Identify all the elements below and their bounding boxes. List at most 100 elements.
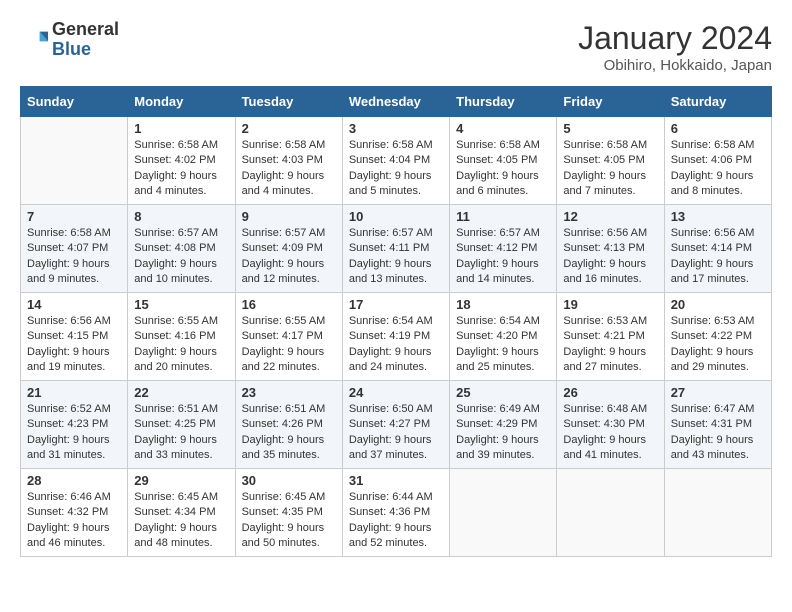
cal-cell: 19 Sunrise: 6:53 AM Sunset: 4:21 PM Dayli… bbox=[557, 293, 664, 381]
cell-info: Sunrise: 6:58 AM Sunset: 4:05 PM Dayligh… bbox=[563, 138, 657, 200]
cal-cell: 7 Sunrise: 6:58 AM Sunset: 4:07 PM Daylig… bbox=[21, 205, 128, 293]
day-number: 7 bbox=[27, 209, 121, 224]
weekday-header-thursday: Thursday bbox=[450, 87, 557, 117]
cell-info: Sunrise: 6:56 AM Sunset: 4:14 PM Dayligh… bbox=[671, 226, 765, 288]
day-number: 5 bbox=[563, 121, 657, 136]
cal-cell: 24 Sunrise: 6:50 AM Sunset: 4:27 PM Dayli… bbox=[342, 381, 449, 469]
day-number: 14 bbox=[27, 297, 121, 312]
cal-cell: 27Sunrise: 6:47 AM Sunset: 4:31 PM Dayli… bbox=[664, 381, 771, 469]
cal-cell: 26 Sunrise: 6:48 AM Sunset: 4:30 PM Dayli… bbox=[557, 381, 664, 469]
cal-cell: 31 Sunrise: 6:44 AM Sunset: 4:36 PM Dayli… bbox=[342, 469, 449, 557]
cell-info: Sunrise: 6:58 AM Sunset: 4:05 PM Dayligh… bbox=[456, 138, 550, 200]
cal-cell: 3 Sunrise: 6:58 AM Sunset: 4:04 PM Daylig… bbox=[342, 117, 449, 205]
cell-info: Sunrise: 6:58 AM Sunset: 4:07 PM Dayligh… bbox=[27, 226, 121, 288]
day-number: 23 bbox=[242, 385, 336, 400]
cell-info: Sunrise: 6:57 AM Sunset: 4:08 PM Dayligh… bbox=[134, 226, 228, 288]
day-number: 16 bbox=[242, 297, 336, 312]
weekday-header-wednesday: Wednesday bbox=[342, 87, 449, 117]
cell-info: Sunrise: 6:58 AM Sunset: 4:04 PM Dayligh… bbox=[349, 138, 443, 200]
cell-info: Sunrise: 6:58 AM Sunset: 4:03 PM Dayligh… bbox=[242, 138, 336, 200]
page-header: General Blue January 2024 Obihiro, Hokka… bbox=[20, 20, 772, 74]
day-number: 13 bbox=[671, 209, 765, 224]
day-number: 17 bbox=[349, 297, 443, 312]
cell-info: Sunrise: 6:46 AM Sunset: 4:32 PM Dayligh… bbox=[27, 490, 121, 552]
cal-cell: 4 Sunrise: 6:58 AM Sunset: 4:05 PM Daylig… bbox=[450, 117, 557, 205]
cal-cell: 25Sunrise: 6:49 AM Sunset: 4:29 PM Dayli… bbox=[450, 381, 557, 469]
cal-cell bbox=[664, 469, 771, 557]
cal-cell: 9 Sunrise: 6:57 AM Sunset: 4:09 PM Daylig… bbox=[235, 205, 342, 293]
cal-cell: 17Sunrise: 6:54 AM Sunset: 4:19 PM Dayli… bbox=[342, 293, 449, 381]
day-number: 28 bbox=[27, 473, 121, 488]
calendar-table: SundayMondayTuesdayWednesdayThursdayFrid… bbox=[20, 86, 772, 557]
cell-info: Sunrise: 6:58 AM Sunset: 4:06 PM Dayligh… bbox=[671, 138, 765, 200]
weekday-header-saturday: Saturday bbox=[664, 87, 771, 117]
weekday-header-monday: Monday bbox=[128, 87, 235, 117]
cal-cell: 20 Sunrise: 6:53 AM Sunset: 4:22 PM Dayli… bbox=[664, 293, 771, 381]
cal-cell bbox=[21, 117, 128, 205]
cal-cell: 6 Sunrise: 6:58 AM Sunset: 4:06 PM Daylig… bbox=[664, 117, 771, 205]
day-number: 25 bbox=[456, 385, 550, 400]
cell-info: Sunrise: 6:54 AM Sunset: 4:20 PM Dayligh… bbox=[456, 314, 550, 376]
day-number: 20 bbox=[671, 297, 765, 312]
cell-info: Sunrise: 6:53 AM Sunset: 4:21 PM Dayligh… bbox=[563, 314, 657, 376]
day-number: 19 bbox=[563, 297, 657, 312]
cal-cell: 21 Sunrise: 6:52 AM Sunset: 4:23 PM Dayli… bbox=[21, 381, 128, 469]
day-number: 2 bbox=[242, 121, 336, 136]
calendar-title: January 2024 bbox=[578, 20, 772, 57]
day-number: 6 bbox=[671, 121, 765, 136]
cell-info: Sunrise: 6:47 AM Sunset: 4:31 PM Dayligh… bbox=[671, 402, 765, 464]
day-number: 12 bbox=[563, 209, 657, 224]
cal-cell: 2 Sunrise: 6:58 AM Sunset: 4:03 PM Daylig… bbox=[235, 117, 342, 205]
cal-cell: 15Sunrise: 6:55 AM Sunset: 4:16 PM Dayli… bbox=[128, 293, 235, 381]
cal-cell: 11 Sunrise: 6:57 AM Sunset: 4:12 PM Dayli… bbox=[450, 205, 557, 293]
weekday-header-sunday: Sunday bbox=[21, 87, 128, 117]
calendar-subtitle: Obihiro, Hokkaido, Japan bbox=[578, 57, 772, 74]
day-number: 22 bbox=[134, 385, 228, 400]
cell-info: Sunrise: 6:51 AM Sunset: 4:26 PM Dayligh… bbox=[242, 402, 336, 464]
cal-cell: 18 Sunrise: 6:54 AM Sunset: 4:20 PM Dayli… bbox=[450, 293, 557, 381]
cal-cell: 30Sunrise: 6:45 AM Sunset: 4:35 PM Dayli… bbox=[235, 469, 342, 557]
cal-cell: 29 Sunrise: 6:45 AM Sunset: 4:34 PM Dayli… bbox=[128, 469, 235, 557]
day-number: 26 bbox=[563, 385, 657, 400]
cal-cell: 5 Sunrise: 6:58 AM Sunset: 4:05 PM Daylig… bbox=[557, 117, 664, 205]
day-number: 15 bbox=[134, 297, 228, 312]
cell-info: Sunrise: 6:51 AM Sunset: 4:25 PM Dayligh… bbox=[134, 402, 228, 464]
cal-cell: 1 Sunrise: 6:58 AM Sunset: 4:02 PM Daylig… bbox=[128, 117, 235, 205]
day-number: 31 bbox=[349, 473, 443, 488]
day-number: 29 bbox=[134, 473, 228, 488]
logo: General Blue bbox=[20, 20, 119, 60]
cell-info: Sunrise: 6:57 AM Sunset: 4:12 PM Dayligh… bbox=[456, 226, 550, 288]
logo-text-general: General bbox=[52, 19, 119, 39]
cell-info: Sunrise: 6:55 AM Sunset: 4:17 PM Dayligh… bbox=[242, 314, 336, 376]
day-number: 8 bbox=[134, 209, 228, 224]
cell-info: Sunrise: 6:45 AM Sunset: 4:35 PM Dayligh… bbox=[242, 490, 336, 552]
cal-cell: 13 Sunrise: 6:56 AM Sunset: 4:14 PM Dayli… bbox=[664, 205, 771, 293]
cell-info: Sunrise: 6:48 AM Sunset: 4:30 PM Dayligh… bbox=[563, 402, 657, 464]
weekday-header-friday: Friday bbox=[557, 87, 664, 117]
cell-info: Sunrise: 6:56 AM Sunset: 4:13 PM Dayligh… bbox=[563, 226, 657, 288]
cell-info: Sunrise: 6:52 AM Sunset: 4:23 PM Dayligh… bbox=[27, 402, 121, 464]
logo-text-blue: Blue bbox=[52, 39, 91, 59]
cell-info: Sunrise: 6:57 AM Sunset: 4:09 PM Dayligh… bbox=[242, 226, 336, 288]
day-number: 1 bbox=[134, 121, 228, 136]
cal-cell: 22 Sunrise: 6:51 AM Sunset: 4:25 PM Dayli… bbox=[128, 381, 235, 469]
weekday-header-tuesday: Tuesday bbox=[235, 87, 342, 117]
cell-info: Sunrise: 6:58 AM Sunset: 4:02 PM Dayligh… bbox=[134, 138, 228, 200]
day-number: 9 bbox=[242, 209, 336, 224]
day-number: 21 bbox=[27, 385, 121, 400]
cell-info: Sunrise: 6:45 AM Sunset: 4:34 PM Dayligh… bbox=[134, 490, 228, 552]
day-number: 3 bbox=[349, 121, 443, 136]
day-number: 10 bbox=[349, 209, 443, 224]
cell-info: Sunrise: 6:44 AM Sunset: 4:36 PM Dayligh… bbox=[349, 490, 443, 552]
cal-cell: 10Sunrise: 6:57 AM Sunset: 4:11 PM Dayli… bbox=[342, 205, 449, 293]
cal-cell bbox=[557, 469, 664, 557]
title-section: January 2024 Obihiro, Hokkaido, Japan bbox=[578, 20, 772, 74]
cell-info: Sunrise: 6:53 AM Sunset: 4:22 PM Dayligh… bbox=[671, 314, 765, 376]
day-number: 11 bbox=[456, 209, 550, 224]
cal-cell: 23 Sunrise: 6:51 AM Sunset: 4:26 PM Dayli… bbox=[235, 381, 342, 469]
calendar-header: SundayMondayTuesdayWednesdayThursdayFrid… bbox=[21, 87, 772, 117]
day-number: 24 bbox=[349, 385, 443, 400]
day-number: 4 bbox=[456, 121, 550, 136]
cell-info: Sunrise: 6:50 AM Sunset: 4:27 PM Dayligh… bbox=[349, 402, 443, 464]
day-number: 18 bbox=[456, 297, 550, 312]
